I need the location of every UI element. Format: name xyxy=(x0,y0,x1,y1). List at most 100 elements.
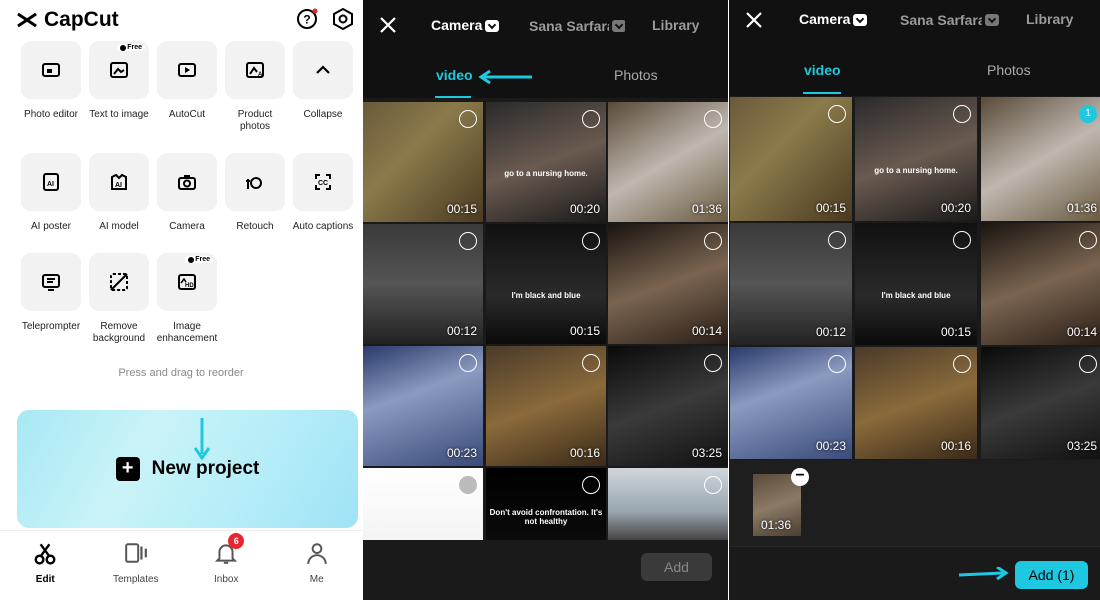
subtab-photos[interactable]: Photos xyxy=(614,67,658,83)
media-thumbnail[interactable]: 00:15 xyxy=(363,102,483,222)
media-thumbnail[interactable]: 00:14 xyxy=(608,224,728,344)
nav-edit[interactable]: Edit xyxy=(0,531,91,600)
select-circle[interactable] xyxy=(828,231,846,249)
tool-tile[interactable]: Free xyxy=(89,41,149,99)
select-circle[interactable] xyxy=(459,354,477,372)
tool-remove-background[interactable]: Remove background xyxy=(88,253,150,345)
video-duration: 00:15 xyxy=(815,201,846,215)
tool-teleprompter[interactable]: Teleprompter xyxy=(20,253,82,333)
tool-retouch[interactable]: Retouch xyxy=(224,153,286,233)
media-thumbnail[interactable]: 00:16 xyxy=(855,347,977,459)
tool-tile[interactable]: AI xyxy=(225,41,285,99)
select-circle[interactable] xyxy=(953,231,971,249)
select-circle[interactable] xyxy=(582,354,600,372)
media-thumbnail[interactable]: 03:25 xyxy=(608,346,728,466)
media-thumbnail[interactable]: 00:23 xyxy=(730,347,852,459)
select-circle[interactable] xyxy=(953,105,971,123)
tool-tile[interactable]: HD Free xyxy=(157,253,217,311)
select-circle[interactable] xyxy=(704,354,722,372)
tool-tile[interactable] xyxy=(89,253,149,311)
close-icon[interactable] xyxy=(377,14,399,36)
select-circle[interactable] xyxy=(582,232,600,250)
media-thumbnail[interactable]: I'm black and blue 00:15 xyxy=(486,224,606,344)
tool-photo-editor[interactable]: Photo editor xyxy=(20,41,82,121)
select-circle[interactable] xyxy=(1079,231,1097,249)
tool-tile[interactable] xyxy=(21,253,81,311)
select-circle[interactable] xyxy=(704,110,722,128)
select-circle[interactable] xyxy=(582,110,600,128)
nav-me[interactable]: Me xyxy=(272,531,363,600)
chevron-down-icon xyxy=(985,14,999,27)
tool-tile[interactable] xyxy=(157,153,217,211)
media-thumbnail[interactable]: 00:14 xyxy=(981,223,1100,345)
tool-chevron-up[interactable]: Collapse xyxy=(292,41,354,121)
select-circle[interactable] xyxy=(704,476,722,494)
coin-icon xyxy=(188,256,195,263)
remove-selection-icon[interactable]: − xyxy=(791,468,809,486)
select-circle[interactable] xyxy=(582,476,600,494)
media-thumbnail[interactable]: 03:25 xyxy=(981,347,1100,459)
media-thumbnail[interactable]: 00:16 xyxy=(486,346,606,466)
tab-sana-sarfaraz[interactable]: Sana Sarfaraz xyxy=(900,11,1000,28)
tool-autocut[interactable]: AutoCut xyxy=(156,41,218,121)
selection-number[interactable]: 1 xyxy=(1079,105,1097,123)
tool-tile[interactable] xyxy=(293,41,353,99)
media-thumbnail[interactable]: go to a nursing home. 00:20 xyxy=(486,102,606,222)
tool-image-enhancement[interactable]: HD Free Image enhancement xyxy=(156,253,218,345)
tool-tile[interactable] xyxy=(225,153,285,211)
media-thumbnail[interactable]: 00:12 xyxy=(730,223,852,345)
settings-icon[interactable] xyxy=(332,7,354,31)
tool-auto-captions[interactable]: CC Auto captions xyxy=(292,153,354,233)
media-thumbnail[interactable]: go to a nursing home. 00:20 xyxy=(855,97,977,221)
nav-inbox[interactable]: Inbox 6 xyxy=(181,531,272,600)
tab-camera[interactable]: Camera xyxy=(431,17,500,33)
thumbnail-caption: go to a nursing home. xyxy=(874,166,958,176)
subtab-photos[interactable]: Photos xyxy=(987,62,1031,78)
tool-camera[interactable]: Camera xyxy=(156,153,218,233)
media-thumbnail[interactable]: 01:36 xyxy=(608,102,728,222)
select-circle[interactable] xyxy=(459,232,477,250)
tool-tile[interactable] xyxy=(21,41,81,99)
media-picker-panel: Camera Sana Sarfaraz Library video Photo… xyxy=(363,0,728,600)
select-circle[interactable] xyxy=(953,355,971,373)
media-thumbnail[interactable]: 00:12 xyxy=(363,224,483,344)
media-thumbnail[interactable]: I'm black and blue 00:15 xyxy=(855,223,977,345)
new-project-button[interactable]: + New project xyxy=(17,410,358,528)
tab-sana-sarfaraz[interactable]: Sana Sarfaraz xyxy=(529,17,625,34)
subtab-video[interactable]: video xyxy=(804,62,841,78)
tab-library[interactable]: Library xyxy=(1026,11,1073,27)
close-icon[interactable] xyxy=(743,9,765,31)
tab-library[interactable]: Library xyxy=(652,17,699,33)
tool-tile[interactable] xyxy=(157,41,217,99)
tool-tile[interactable]: AI xyxy=(89,153,149,211)
subtab-video[interactable]: video xyxy=(436,67,473,83)
media-thumbnail[interactable]: 1 01:36 xyxy=(981,97,1100,221)
media-thumbnail[interactable] xyxy=(608,468,728,540)
media-thumbnail[interactable]: Don't avoid confrontation. It's not heal… xyxy=(486,468,606,540)
tab-camera[interactable]: Camera xyxy=(799,11,868,27)
select-circle[interactable] xyxy=(459,110,477,128)
tool-text-to-image[interactable]: Free Text to image xyxy=(88,41,150,121)
help-icon[interactable]: ? xyxy=(296,8,318,30)
select-circle[interactable] xyxy=(704,232,722,250)
select-circle[interactable] xyxy=(828,355,846,373)
tool-ai-poster[interactable]: AI AI poster xyxy=(20,153,82,233)
video-duration: 00:20 xyxy=(569,202,600,216)
video-duration: 00:20 xyxy=(940,201,971,215)
video-duration: 01:36 xyxy=(1066,201,1097,215)
select-circle[interactable] xyxy=(459,476,477,494)
media-thumbnail[interactable]: 00:15 xyxy=(730,97,852,221)
tool-tile[interactable]: AI xyxy=(21,153,81,211)
media-thumbnail[interactable]: 00:23 xyxy=(363,346,483,466)
tool-product-photos[interactable]: AI Product photos xyxy=(224,41,286,133)
tool-ai-model[interactable]: AI AI model xyxy=(88,153,150,233)
tool-tile[interactable]: CC xyxy=(293,153,353,211)
nav-templates[interactable]: Templates xyxy=(91,531,182,600)
media-thumbnail[interactable] xyxy=(363,468,483,540)
add-selected-button[interactable]: Add (1) xyxy=(1015,561,1088,589)
tool-label: Auto captions xyxy=(292,221,354,232)
select-circle[interactable] xyxy=(1079,355,1097,373)
add-button-disabled[interactable]: Add xyxy=(641,553,712,581)
selected-thumbnail[interactable]: − 01:36 xyxy=(753,468,809,536)
select-circle[interactable] xyxy=(828,105,846,123)
